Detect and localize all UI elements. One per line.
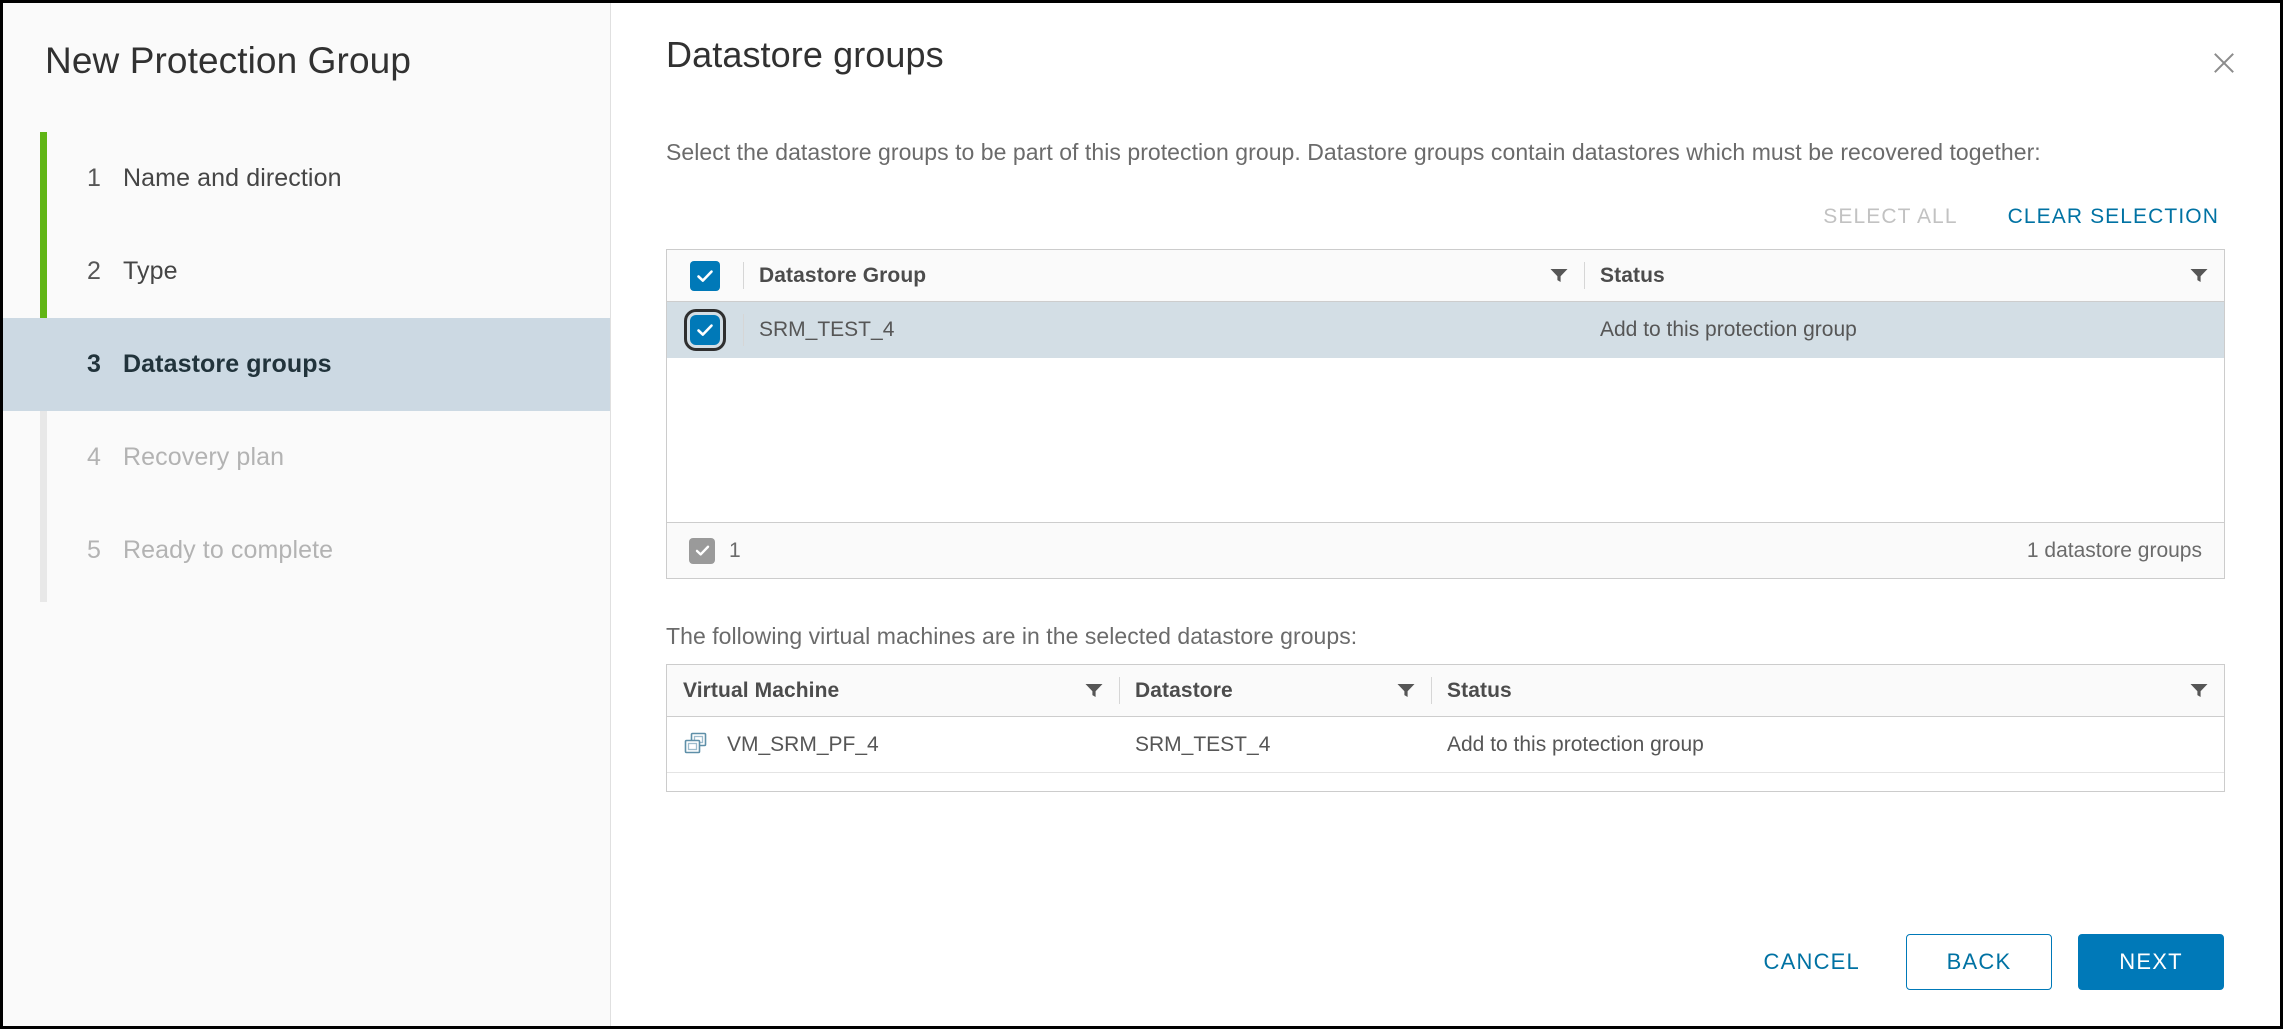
footer-selection: 1 <box>689 537 741 564</box>
virtual-machine-name: VM_SRM_PF_4 <box>727 732 879 756</box>
footer-selected-checkbox[interactable] <box>689 537 715 564</box>
column-header-status[interactable]: Status <box>1431 665 2224 716</box>
column-divider <box>743 314 744 346</box>
table-row[interactable]: VM_SRM_PF_4 SRM_TEST_4 Add to this prote… <box>667 717 2224 773</box>
column-header-label: Datastore Group <box>759 263 927 287</box>
wizard-sidebar: New Protection Group 1 Name and directio… <box>3 3 611 1026</box>
page-description: Select the datastore groups to be part o… <box>666 139 2041 165</box>
virtual-machines-table: Virtual Machine Datastore Status VM_SRM_… <box>666 664 2225 792</box>
filter-funnel-icon[interactable] <box>1397 683 1415 698</box>
wizard-title: New Protection Group <box>45 40 412 81</box>
page-title: Datastore groups <box>666 34 944 75</box>
sidebar-step-name-and-direction[interactable]: 1 Name and direction <box>3 132 610 225</box>
step-number: 3 <box>87 350 102 378</box>
step-label: Name and direction <box>123 164 342 192</box>
virtual-machines-description: The following virtual machines are in th… <box>666 623 1358 649</box>
column-header-label: Datastore <box>1135 678 1233 702</box>
status-text: Add to this protection group <box>1600 318 1857 341</box>
table-footer-partial <box>667 773 2224 791</box>
close-icon[interactable] <box>2204 43 2244 83</box>
filter-funnel-icon[interactable] <box>2190 268 2208 283</box>
footer-selected-count: 1 <box>729 538 741 562</box>
step-number: 1 <box>87 164 102 192</box>
step-number: 2 <box>87 257 102 285</box>
table-body: SRM_TEST_4 Add to this protection group <box>667 302 2224 522</box>
select-all-checkbox-cell <box>667 250 743 301</box>
column-header-virtual-machine[interactable]: Virtual Machine <box>667 665 1119 716</box>
selection-actions: SELECT ALL CLEAR SELECTION <box>666 199 2225 235</box>
column-divider <box>1584 262 1585 289</box>
sidebar-step-recovery-plan: 4 Recovery plan <box>3 411 610 504</box>
cancel-button[interactable]: CANCEL <box>1744 934 1880 990</box>
column-header-label: Status <box>1447 678 1512 702</box>
column-header-datastore[interactable]: Datastore <box>1119 665 1431 716</box>
step-number: 4 <box>87 443 102 471</box>
table-footer: 1 1 datastore groups <box>667 522 2224 578</box>
column-header-datastore-group[interactable]: Datastore Group <box>743 250 1584 301</box>
step-label: Datastore groups <box>123 350 332 378</box>
table-header-row: Virtual Machine Datastore Status <box>667 665 2224 717</box>
column-divider <box>1119 677 1120 704</box>
datastore-name: SRM_TEST_4 <box>1135 732 1271 756</box>
step-number: 5 <box>87 536 102 564</box>
select-all-button[interactable]: SELECT ALL <box>1821 199 1959 235</box>
step-label: Ready to complete <box>123 536 334 564</box>
step-label: Recovery plan <box>123 443 285 471</box>
virtual-machine-icon <box>683 731 713 759</box>
select-all-checkbox[interactable] <box>690 260 720 291</box>
column-header-status[interactable]: Status <box>1584 250 2224 301</box>
sidebar-step-type[interactable]: 2 Type <box>3 225 610 318</box>
back-button[interactable]: BACK <box>1906 934 2052 990</box>
column-divider <box>743 262 744 289</box>
wizard-steps: 1 Name and direction 2 Type 3 Datastore … <box>3 132 610 602</box>
row-checkbox[interactable] <box>684 309 726 351</box>
cell-datastore-group: SRM_TEST_4 <box>743 302 1584 358</box>
wizard-content-panel: Datastore groups Select the datastore gr… <box>611 3 2280 1026</box>
virtual-machines-section: The following virtual machines are in th… <box>666 623 2225 792</box>
new-protection-group-wizard: New Protection Group 1 Name and directio… <box>0 0 2283 1029</box>
row-checkbox-cell <box>667 302 743 358</box>
footer-total-label: 1 datastore groups <box>2026 538 2202 562</box>
page-content: Select the datastore groups to be part o… <box>611 129 2280 792</box>
cell-status: Add to this protection group <box>1584 302 2224 358</box>
cell-status: Add to this protection group <box>1431 717 2224 772</box>
filter-funnel-icon[interactable] <box>1085 683 1103 698</box>
cell-datastore: SRM_TEST_4 <box>1119 717 1431 772</box>
column-header-label: Status <box>1600 263 1665 287</box>
clear-selection-button[interactable]: CLEAR SELECTION <box>2006 199 2221 235</box>
table-row[interactable]: SRM_TEST_4 Add to this protection group <box>667 302 2224 358</box>
filter-funnel-icon[interactable] <box>1550 268 1568 283</box>
table-header-row: Datastore Group Status <box>667 250 2224 302</box>
page-header: Datastore groups <box>611 3 2280 83</box>
wizard-footer-buttons: CANCEL BACK NEXT <box>1744 934 2224 990</box>
next-button[interactable]: NEXT <box>2078 934 2224 990</box>
column-header-label: Virtual Machine <box>683 678 840 702</box>
filter-funnel-icon[interactable] <box>2190 683 2208 698</box>
status-text: Add to this protection group <box>1447 732 1704 756</box>
datastore-groups-table: Datastore Group Status SRM_TEST_4 Add to… <box>666 249 2225 579</box>
datastore-group-name: SRM_TEST_4 <box>759 318 895 341</box>
column-divider <box>1431 677 1432 704</box>
cell-virtual-machine: VM_SRM_PF_4 <box>667 717 1119 772</box>
sidebar-step-datastore-groups[interactable]: 3 Datastore groups <box>3 318 610 411</box>
sidebar-step-ready-to-complete: 5 Ready to complete <box>3 504 610 597</box>
step-label: Type <box>123 257 178 285</box>
